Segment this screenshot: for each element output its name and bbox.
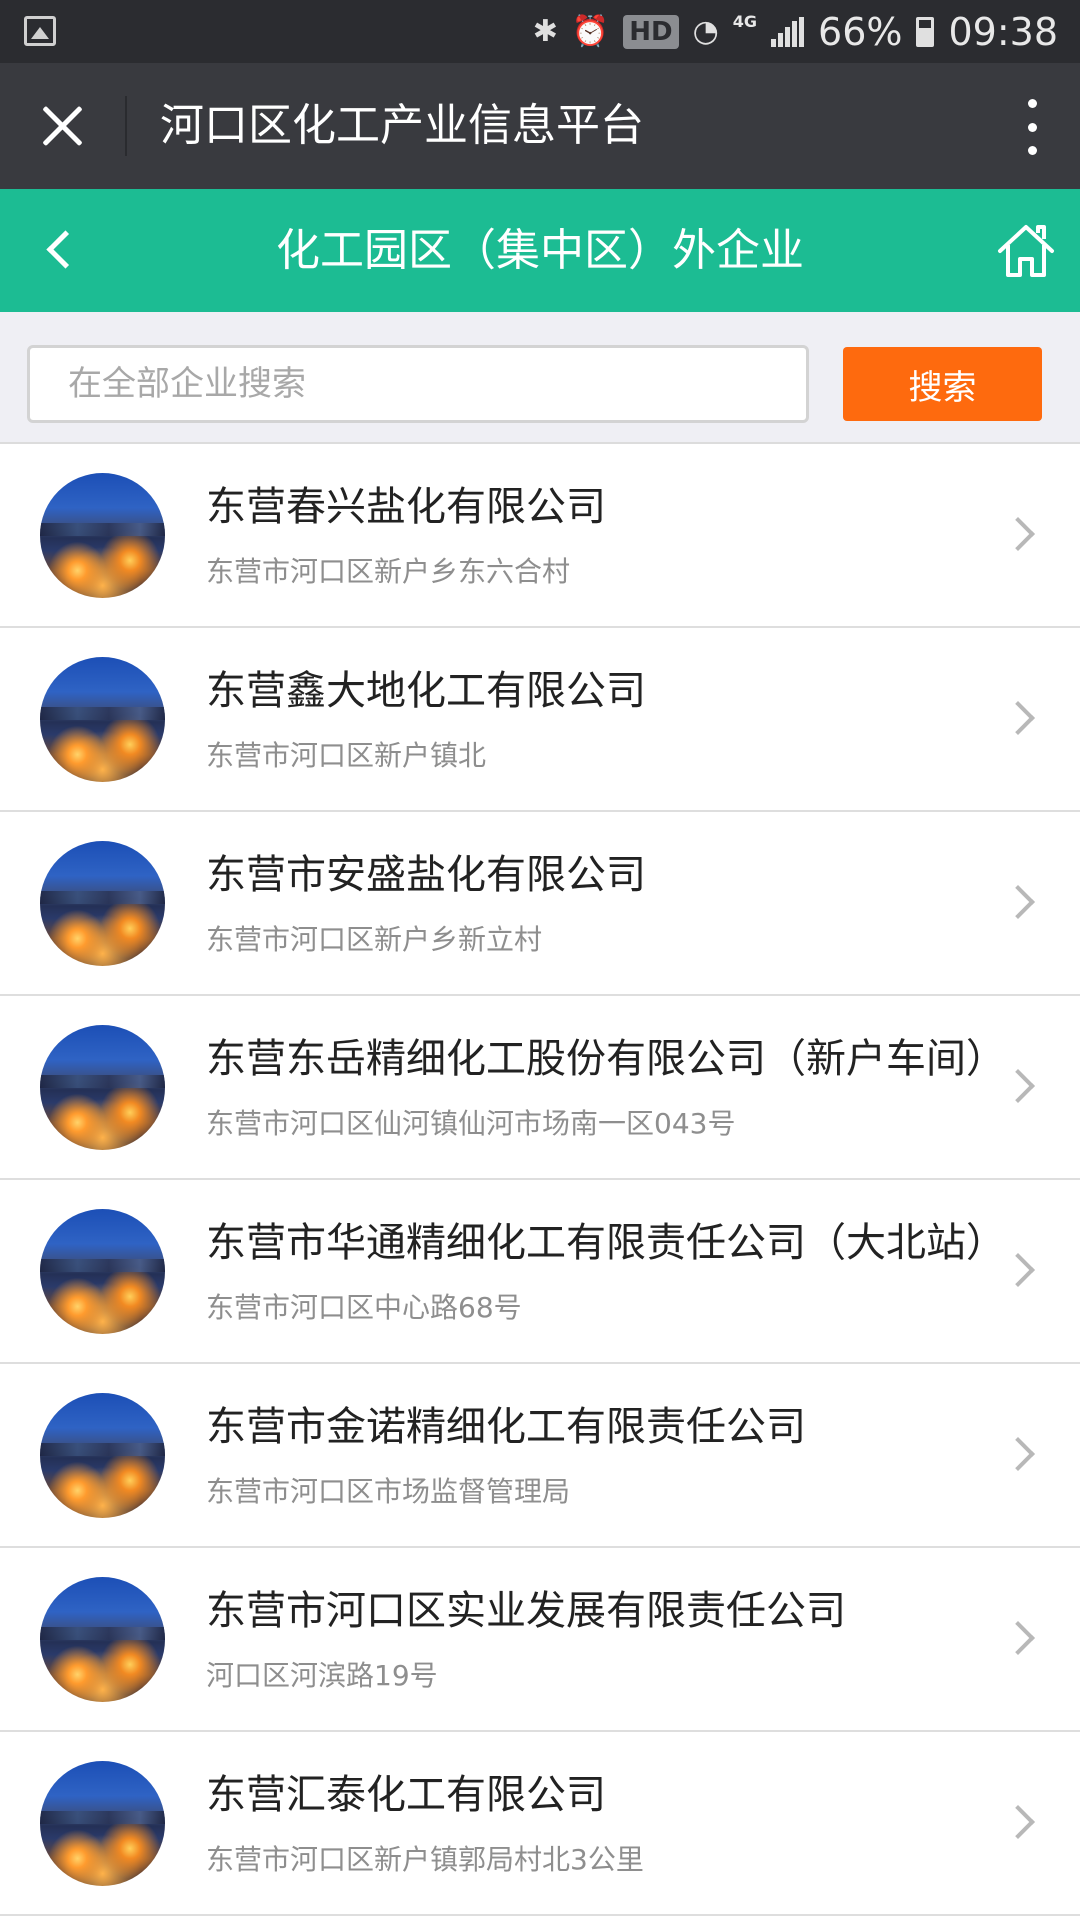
company-address: 东营市河口区仙河镇仙河市场南一区043号 <box>206 1107 736 1140</box>
company-avatar <box>40 1577 165 1702</box>
bluetooth-icon: ✱ <box>532 14 558 49</box>
chevron-right-icon <box>1001 885 1035 919</box>
hd-badge: HD <box>623 14 679 49</box>
wifi-icon: ◔ <box>692 14 719 49</box>
divider <box>125 96 127 156</box>
battery-icon <box>916 16 935 47</box>
list-item[interactable]: 东营市金诺精细化工有限责任公司 东营市河口区市场监督管理局 <box>0 1364 1080 1548</box>
list-item[interactable]: 东营春兴盐化有限公司 东营市河口区新户乡东六合村 <box>0 444 1080 628</box>
search-input[interactable] <box>27 345 809 423</box>
signal-icon <box>771 16 805 47</box>
gallery-notification-icon <box>24 16 56 46</box>
battery-percent: 66% <box>818 9 903 54</box>
company-address: 东营市河口区新户乡新立村 <box>206 923 543 956</box>
company-avatar <box>40 657 165 782</box>
company-address: 东营市河口区中心路68号 <box>206 1291 522 1324</box>
alarm-icon: ⏰ <box>571 14 610 49</box>
company-name: 东营市河口区实业发展有限责任公司 <box>206 1588 846 1634</box>
close-icon[interactable] <box>30 94 94 158</box>
company-address: 东营市河口区新户乡东六合村 <box>206 555 571 588</box>
chevron-right-icon <box>1001 517 1035 551</box>
page-title: 化工园区（集中区）外企业 <box>276 225 804 276</box>
company-name: 东营东岳精细化工股份有限公司（新户车间） <box>206 1036 1006 1082</box>
company-address: 东营市河口区新户镇郭局村北3公里 <box>206 1843 644 1876</box>
company-avatar <box>40 1393 165 1518</box>
list-item[interactable]: 东营东岳精细化工股份有限公司（新户车间） 东营市河口区仙河镇仙河市场南一区043… <box>0 996 1080 1180</box>
chevron-right-icon <box>1001 1069 1035 1103</box>
list-item[interactable]: 东营鑫大地化工有限公司 东营市河口区新户镇北 <box>0 628 1080 812</box>
list-item[interactable]: 东营市安盛盐化有限公司 东营市河口区新户乡新立村 <box>0 812 1080 996</box>
company-name: 东营市金诺精细化工有限责任公司 <box>206 1404 806 1450</box>
clock: 09:38 <box>948 9 1058 54</box>
network-type: 4G <box>732 12 758 31</box>
company-avatar <box>40 473 165 598</box>
wechat-title-bar: 河口区化工产业信息平台 <box>0 63 1080 189</box>
status-bar: ✱ ⏰ HD ◔ 4G 66% 09:38 <box>0 0 1080 63</box>
company-name: 东营鑫大地化工有限公司 <box>206 668 646 714</box>
company-name: 东营市华通精细化工有限责任公司（大北站） <box>206 1220 1006 1266</box>
list-item[interactable]: 东营市华通精细化工有限责任公司（大北站） 东营市河口区中心路68号 <box>0 1180 1080 1364</box>
company-avatar <box>40 841 165 966</box>
company-list: 东营春兴盐化有限公司 东营市河口区新户乡东六合村 东营鑫大地化工有限公司 东营市… <box>0 444 1080 1916</box>
company-address: 东营市河口区新户镇北 <box>206 739 487 772</box>
chevron-right-icon <box>1001 1253 1035 1287</box>
company-name: 东营春兴盐化有限公司 <box>206 484 606 530</box>
company-name: 东营市安盛盐化有限公司 <box>206 852 646 898</box>
company-address: 东营市河口区市场监督管理局 <box>206 1475 571 1508</box>
chevron-right-icon <box>1001 701 1035 735</box>
more-vertical-icon[interactable] <box>1024 99 1040 155</box>
company-avatar <box>40 1209 165 1334</box>
company-name: 东营汇泰化工有限公司 <box>206 1772 606 1818</box>
search-button[interactable]: 搜索 <box>843 347 1042 421</box>
chevron-right-icon <box>1001 1805 1035 1839</box>
chevron-right-icon <box>1001 1437 1035 1471</box>
chevron-right-icon <box>1001 1621 1035 1655</box>
search-bar: 搜索 <box>0 312 1080 444</box>
status-indicators: ✱ ⏰ HD ◔ 4G 66% 09:38 <box>533 0 1058 63</box>
company-address: 河口区河滨路19号 <box>206 1659 438 1692</box>
list-item[interactable]: 东营市河口区实业发展有限责任公司 河口区河滨路19号 <box>0 1548 1080 1732</box>
company-avatar <box>40 1761 165 1886</box>
page-header: 化工园区（集中区）外企业 <box>0 189 1080 312</box>
list-item[interactable]: 东营汇泰化工有限公司 东营市河口区新户镇郭局村北3公里 <box>0 1732 1080 1916</box>
company-avatar <box>40 1025 165 1150</box>
wechat-page-title: 河口区化工产业信息平台 <box>160 100 644 151</box>
home-icon[interactable] <box>994 219 1058 283</box>
